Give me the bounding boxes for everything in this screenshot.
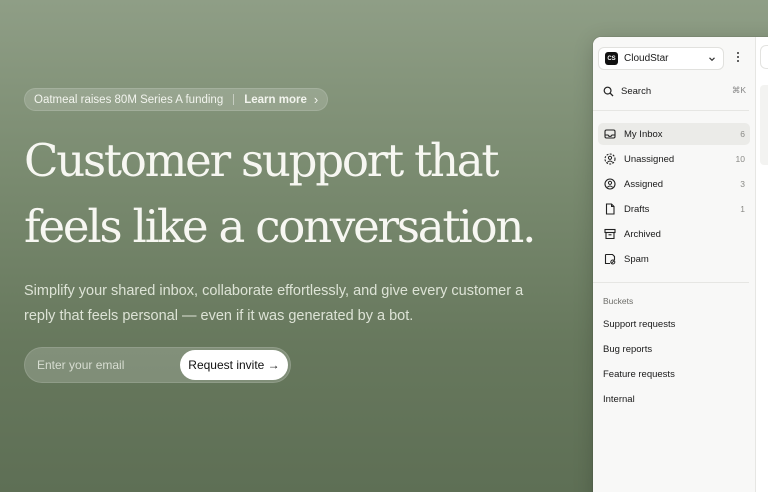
bucket-bug-reports[interactable]: Bug reports <box>603 344 652 355</box>
unassigned-user-icon <box>603 152 617 166</box>
search-shortcut: ⌘K <box>731 85 746 95</box>
workspace-name: CloudStar <box>624 53 669 64</box>
hero-subtitle: Simplify your shared inbox, collaborate … <box>24 279 564 329</box>
archive-box-icon <box>603 227 617 241</box>
bucket-feature-requests[interactable]: Feature requests <box>603 369 675 380</box>
inbox-sidebar: CS CloudStar Search ⌘K My Inbox 6 Unassi… <box>593 37 756 492</box>
chevron-right-icon: › <box>313 92 319 107</box>
announcement-pill[interactable]: Oatmeal raises 80M Series A funding Lear… <box>24 88 329 111</box>
announcement-text: Oatmeal raises 80M Series A funding <box>34 93 224 106</box>
conversation-list-placeholder <box>760 85 768 165</box>
sidebar-item-count: 3 <box>740 179 745 189</box>
workspace-logo: CS <box>605 52 618 65</box>
subtitle-line-1: Simplify your shared inbox, collaborate … <box>24 283 524 299</box>
subtitle-line-2: reply that feels personal — even if it w… <box>24 308 414 324</box>
sidebar-item-count: 10 <box>735 154 745 164</box>
hero-section: Oatmeal raises 80M Series A funding Lear… <box>24 0 584 492</box>
bucket-support-requests[interactable]: Support requests <box>603 319 675 330</box>
sidebar-item-label: Unassigned <box>624 153 675 165</box>
search-label: Search <box>621 85 652 97</box>
sidebar-item-label: Spam <box>624 253 649 265</box>
sidebar-item-label: Assigned <box>624 178 664 190</box>
search-icon <box>603 86 614 96</box>
sidebar-item-count: 6 <box>740 129 745 139</box>
chevron-down-icon <box>709 57 715 62</box>
email-input[interactable] <box>37 348 177 382</box>
workspace-switcher[interactable]: CS CloudStar <box>598 47 724 70</box>
announcement-divider <box>233 94 235 105</box>
conversation-pane <box>756 37 768 492</box>
request-invite-button[interactable]: Request invite → <box>180 350 288 380</box>
sidebar-divider <box>593 282 749 283</box>
sidebar-item-count: 1 <box>740 204 745 214</box>
learn-more-link[interactable]: Learn more <box>244 94 307 106</box>
draft-document-icon <box>603 202 617 216</box>
sidebar-divider <box>593 110 749 111</box>
bucket-internal[interactable]: Internal <box>603 394 635 405</box>
pane-toolbar-button[interactable] <box>760 45 768 69</box>
sidebar-item-assigned[interactable]: Assigned 3 <box>598 173 750 195</box>
headline-line-2: feels like a conversation. <box>24 200 536 253</box>
spam-icon <box>603 252 617 266</box>
inbox-icon <box>603 127 617 141</box>
search-button[interactable]: Search ⌘K <box>603 83 746 99</box>
sidebar-item-my-inbox[interactable]: My Inbox 6 <box>598 123 750 145</box>
sidebar-item-label: Archived <box>624 228 661 240</box>
sidebar-item-archived[interactable]: Archived <box>598 223 750 245</box>
sidebar-item-unassigned[interactable]: Unassigned 10 <box>598 148 750 170</box>
sidebar-item-spam[interactable]: Spam <box>598 248 750 270</box>
app-preview-window: CS CloudStar Search ⌘K My Inbox 6 Unassi… <box>593 37 768 492</box>
hero-headline: Customer support that feels like a conve… <box>24 128 584 260</box>
buckets-heading: Buckets <box>603 296 634 306</box>
sidebar-item-label: My Inbox <box>624 128 663 140</box>
more-options-icon[interactable] <box>733 52 743 66</box>
headline-line-1: Customer support that <box>24 134 499 187</box>
sidebar-item-drafts[interactable]: Drafts 1 <box>598 198 750 220</box>
sidebar-item-label: Drafts <box>624 203 650 215</box>
email-signup-form: Request invite → <box>24 347 291 383</box>
assigned-user-icon <box>603 177 617 191</box>
